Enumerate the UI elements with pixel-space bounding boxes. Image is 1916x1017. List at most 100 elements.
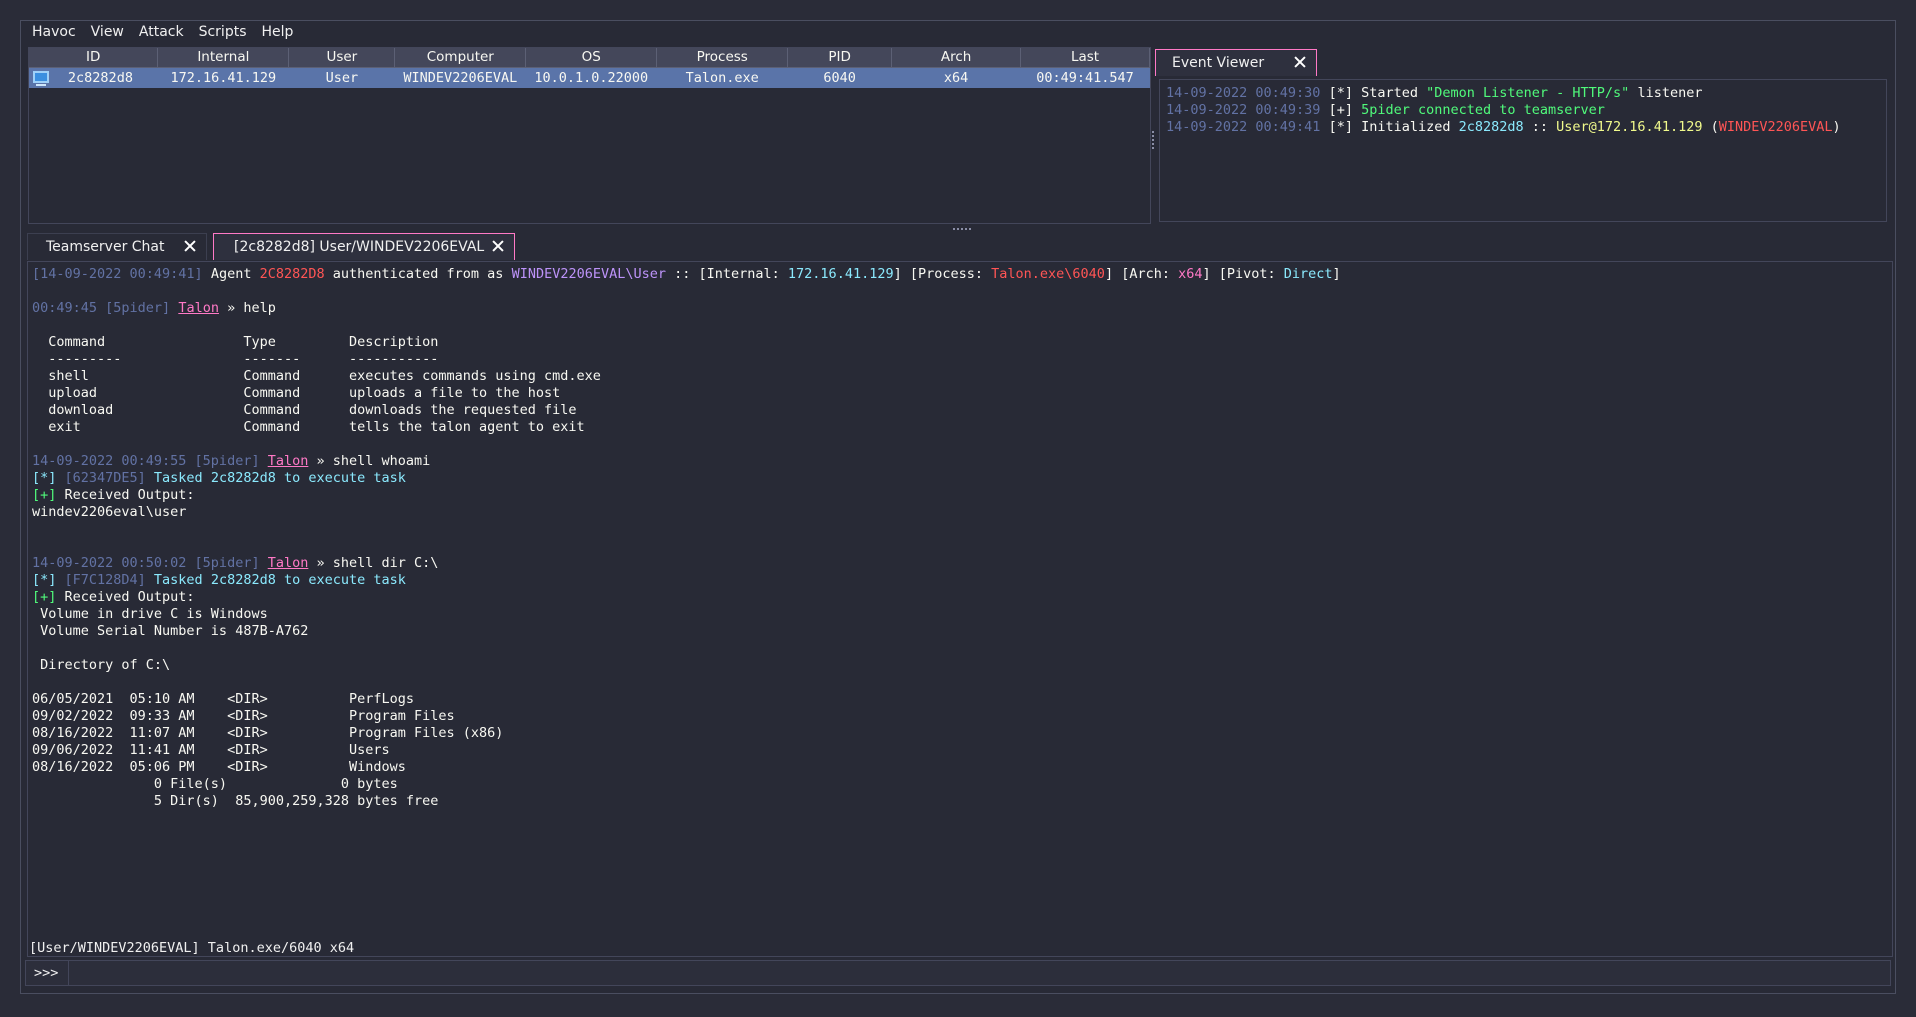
event-log-line: 14-09-2022 00:49:41 [*] Initialized 2c82… xyxy=(1166,119,1880,136)
log-text-segment: ] [Arch: xyxy=(1104,266,1179,282)
log-text-segment: [14-09-2022 00:49:41] xyxy=(32,266,203,282)
tab-event-viewer-label: Event Viewer xyxy=(1172,55,1265,71)
horizontal-splitter-handle[interactable] xyxy=(953,228,971,231)
session-id: 2c8282d8 xyxy=(67,69,133,86)
log-text-segment: Talon xyxy=(267,453,309,469)
log-text-segment: Direct xyxy=(1283,266,1333,282)
menu-scripts[interactable]: Scripts xyxy=(199,24,247,40)
menu-attack[interactable]: Attack xyxy=(139,24,184,40)
log-text-segment: » shell dir C:\ xyxy=(308,555,439,571)
log-text-segment: :: xyxy=(1523,119,1557,135)
log-text-segment: Talon.exe\6040 xyxy=(991,266,1105,282)
log-text-segment: 14-09-2022 00:49:30 xyxy=(1166,85,1329,101)
log-text-segment: :: [Internal: xyxy=(666,266,788,282)
console-line: --------- ------- ----------- xyxy=(32,351,1888,368)
column-header-internal[interactable]: Internal xyxy=(157,48,290,68)
log-text-segment: "Demon Listener - HTTP/s" xyxy=(1426,85,1630,101)
log-text-segment: 08/16/2022 11:07 AM <DIR> Program Files … xyxy=(32,725,504,741)
session-internal-ip[interactable]: 172.16.41.129 xyxy=(157,67,289,88)
log-text-segment: upload Command uploads a file to the hos… xyxy=(32,385,561,401)
close-icon[interactable] xyxy=(1292,54,1308,70)
column-header-id[interactable]: ID xyxy=(29,48,159,68)
log-text-segment: 14-09-2022 00:50:02 [5pider] xyxy=(32,555,268,571)
menu-bar: Havoc View Attack Scripts Help xyxy=(21,21,1895,43)
console-line: 00:49:45 [5pider] Talon » help xyxy=(32,300,1888,317)
event-viewer-log: 14-09-2022 00:49:30 [*] Started "Demon L… xyxy=(1159,79,1887,222)
log-text-segment: ] [Process: xyxy=(893,266,992,282)
log-text-segment: [+] xyxy=(32,487,65,503)
sessions-table: ID Internal User Computer OS Process PID… xyxy=(28,47,1151,224)
session-arch[interactable]: x64 xyxy=(891,67,1021,88)
log-text-segment: » shell whoami xyxy=(308,453,431,469)
console-line: 0 File(s) 0 bytes xyxy=(32,776,1888,793)
tab-event-viewer[interactable]: Event Viewer xyxy=(1155,49,1317,76)
log-text-segment: WINDEV2206EVAL\User xyxy=(511,266,666,282)
log-text-segment: [*] Started xyxy=(1328,85,1427,101)
close-icon[interactable] xyxy=(182,238,198,254)
close-icon[interactable] xyxy=(490,238,506,254)
log-text-segment: 0 File(s) 0 bytes xyxy=(32,776,398,792)
console-line: [+] Received Output: xyxy=(32,487,1888,504)
column-header-user[interactable]: User xyxy=(288,48,396,68)
console-line: 09/02/2022 09:33 AM <DIR> Program Files xyxy=(32,708,1888,725)
tab-teamserver-chat[interactable]: Teamserver Chat xyxy=(27,233,207,260)
console-line: 06/05/2021 05:10 AM <DIR> PerfLogs xyxy=(32,691,1888,708)
console-line: Volume Serial Number is 487B-A762 xyxy=(32,623,1888,640)
column-header-pid[interactable]: PID xyxy=(787,48,893,68)
command-prompt: >>> xyxy=(34,965,59,981)
log-text-segment: 2C8282D8 xyxy=(259,266,325,282)
agent-console-output: [14-09-2022 00:49:41] Agent 2C8282D8 aut… xyxy=(27,261,1893,957)
column-header-process[interactable]: Process xyxy=(656,48,789,68)
log-text-segment: User@172.16.41.129 xyxy=(1556,119,1703,135)
log-text-segment: ( xyxy=(1702,119,1719,135)
command-input[interactable] xyxy=(68,961,1890,985)
tab-agent-session[interactable]: [2c8282d8] User/WINDEV2206EVAL xyxy=(213,233,515,260)
table-row[interactable]: 2c8282d8 172.16.41.129 User WINDEV2206EV… xyxy=(29,67,1150,88)
log-text-segment: 2c8282d8 xyxy=(1458,119,1524,135)
log-text-segment: [F7C128D4] xyxy=(64,572,154,588)
log-text-segment: 14-09-2022 00:49:39 xyxy=(1166,102,1329,118)
log-text-segment: 5pider connected to teamserver xyxy=(1361,102,1605,118)
event-viewer-pane: Event Viewer 14-09-2022 00:49:30 [*] Sta… xyxy=(1155,47,1891,224)
menu-help[interactable]: Help xyxy=(262,24,294,40)
session-last[interactable]: 00:49:41.547 xyxy=(1020,67,1150,88)
console-line: exit Command tells the talon agent to ex… xyxy=(32,419,1888,436)
console-line: 14-09-2022 00:50:02 [5pider] Talon » she… xyxy=(32,555,1888,572)
column-header-arch[interactable]: Arch xyxy=(891,48,1022,68)
console-line: [14-09-2022 00:49:41] Agent 2C8282D8 aut… xyxy=(32,266,1888,283)
event-log-line: 14-09-2022 00:49:39 [+] 5pider connected… xyxy=(1166,102,1880,119)
havoc-main-window: Havoc View Attack Scripts Help ID Intern… xyxy=(20,20,1896,994)
log-text-segment: 14-09-2022 00:49:41 xyxy=(1166,119,1329,135)
session-id-cell[interactable]: 2c8282d8 xyxy=(29,67,158,88)
column-header-last[interactable]: Last xyxy=(1020,48,1150,68)
session-user[interactable]: User xyxy=(288,67,395,88)
log-text-segment: Volume in drive C is Windows xyxy=(32,606,268,622)
column-header-computer[interactable]: Computer xyxy=(394,48,527,68)
log-text-segment: 00:49:45 [5pider] xyxy=(32,300,179,316)
menu-view[interactable]: View xyxy=(91,24,124,40)
log-text-segment: Agent xyxy=(202,266,260,282)
log-text-segment: x64 xyxy=(1178,266,1203,282)
log-text-segment: » help xyxy=(218,300,276,316)
log-text-segment: listener xyxy=(1629,85,1703,101)
log-text-segment: ] xyxy=(1332,266,1341,282)
log-text-segment: 172.16.41.129 xyxy=(787,266,894,282)
session-pid[interactable]: 6040 xyxy=(787,67,892,88)
log-text-segment: Tasked 2c8282d8 to execute task xyxy=(153,572,406,588)
log-text-segment: Received Output: xyxy=(64,487,195,503)
log-text-segment: 5 Dir(s) 85,900,259,328 bytes free xyxy=(32,793,439,809)
log-text-segment: [+] xyxy=(1328,102,1362,118)
column-header-os[interactable]: OS xyxy=(525,48,658,68)
log-text-segment: Talon xyxy=(178,300,219,316)
menu-havoc[interactable]: Havoc xyxy=(32,24,76,40)
log-text-segment: 14-09-2022 00:49:55 [5pider] xyxy=(32,453,268,469)
session-os[interactable]: 10.0.1.0.22000 xyxy=(525,67,657,88)
console-line: upload Command uploads a file to the hos… xyxy=(32,385,1888,402)
table-header-row: ID Internal User Computer OS Process PID… xyxy=(29,48,1150,68)
session-process[interactable]: Talon.exe xyxy=(656,67,788,88)
session-computer[interactable]: WINDEV2206EVAL xyxy=(394,67,526,88)
